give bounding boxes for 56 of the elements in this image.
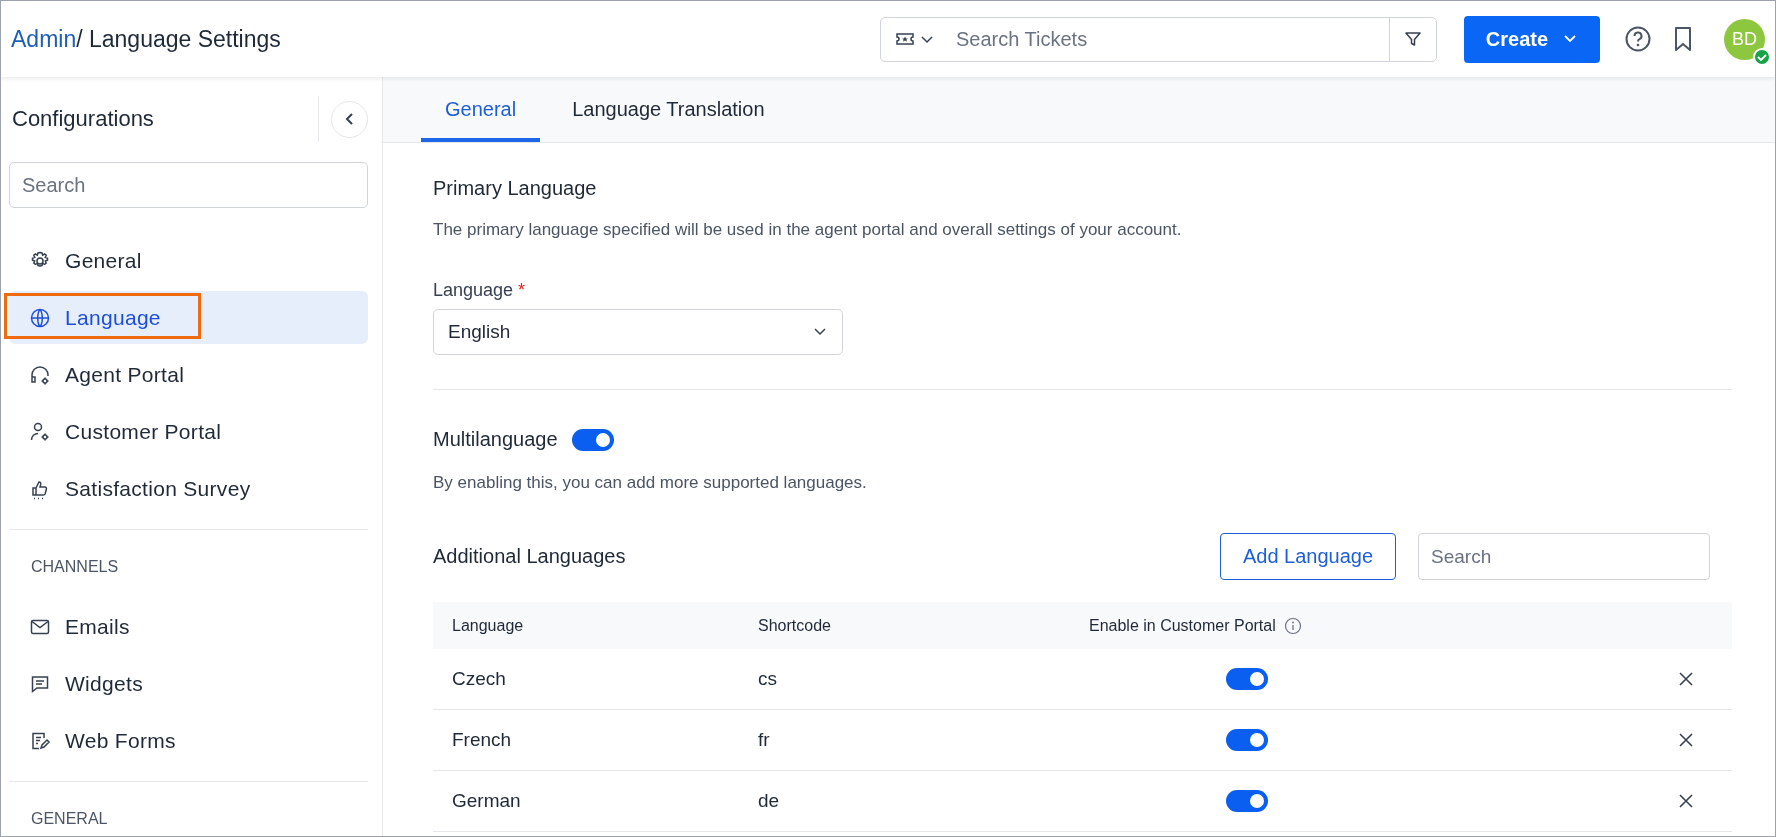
chevron-left-icon (344, 112, 355, 126)
table-cell-text: cs (758, 668, 778, 690)
section-title: Additional Languages (433, 545, 627, 568)
language-dropdown[interactable]: English (433, 309, 843, 355)
help-icon[interactable] (1624, 25, 1652, 53)
headset-icon (29, 363, 51, 386)
field-label: Language (433, 280, 514, 300)
chevron-down-icon (812, 327, 828, 337)
section-description: By enabling this, you can add more supported languages. (433, 473, 868, 493)
language-search-field[interactable]: Search (1418, 533, 1710, 580)
sidebar-search-field[interactable]: Search (9, 162, 368, 208)
table-cell-text: de (758, 790, 781, 812)
close-icon[interactable] (1678, 732, 1694, 748)
breadcrumb-link[interactable]: Admin (11, 25, 77, 52)
sidebar-item[interactable]: Agent Portal (9, 348, 368, 401)
sidebar-item[interactable]: Widgets (9, 657, 368, 710)
sidebar-item[interactable]: Customer Portal (9, 405, 368, 458)
add-language-button[interactable]: Add Language (1220, 533, 1396, 580)
table-cell-text: French (451, 729, 513, 751)
required-mark: * (518, 280, 526, 300)
filter-icon[interactable] (1403, 29, 1423, 49)
close-icon[interactable] (1678, 671, 1694, 687)
page-title: / Language Settings (76, 25, 281, 52)
sidebar-item[interactable]: Web Forms (9, 714, 368, 767)
sidebar-item[interactable]: Language (9, 291, 368, 344)
column-header: Language (451, 616, 525, 635)
tab[interactable]: Language Translation (548, 77, 789, 142)
ticket-icon[interactable] (895, 31, 915, 47)
multilanguage-toggle[interactable] (571, 428, 614, 451)
portal-toggle[interactable] (1226, 729, 1268, 751)
bookmark-icon[interactable] (1672, 25, 1694, 53)
section-title: Multilanguage (433, 428, 558, 451)
sidebar-item[interactable]: Satisfaction Survey (9, 462, 368, 515)
column-header: Enable in Customer Portal (1089, 616, 1276, 635)
sidebar-item[interactable]: General (9, 234, 368, 287)
portal-toggle[interactable] (1226, 790, 1268, 812)
section-heading: CHANNELS (30, 557, 120, 577)
close-icon[interactable] (1678, 793, 1694, 809)
table-cell-text: German (451, 790, 522, 812)
section-description: The primary language specified will be used in the agent portal and overall settings of your account. (433, 220, 1183, 240)
table-cell-text: fr (758, 729, 771, 751)
section-heading: GENERAL (30, 809, 109, 829)
portal-toggle[interactable] (1226, 668, 1268, 690)
chevron-down-icon (1562, 34, 1579, 44)
chevron-down-icon[interactable] (920, 34, 934, 44)
table-cell-text: Czech (451, 668, 507, 690)
column-header: Shortcode (758, 616, 832, 635)
section-title: Primary Language (433, 177, 598, 200)
info-icon[interactable] (1283, 616, 1302, 635)
ticket-search-field[interactable]: Search Tickets (880, 16, 1437, 62)
sidebar-item[interactable]: Emails (9, 600, 368, 653)
tab[interactable]: General (421, 77, 541, 142)
create-button[interactable]: Create (1464, 15, 1600, 63)
globe-icon (29, 306, 51, 329)
sidebar-title: Configurations (9, 96, 319, 142)
user-gear-icon (29, 420, 51, 443)
